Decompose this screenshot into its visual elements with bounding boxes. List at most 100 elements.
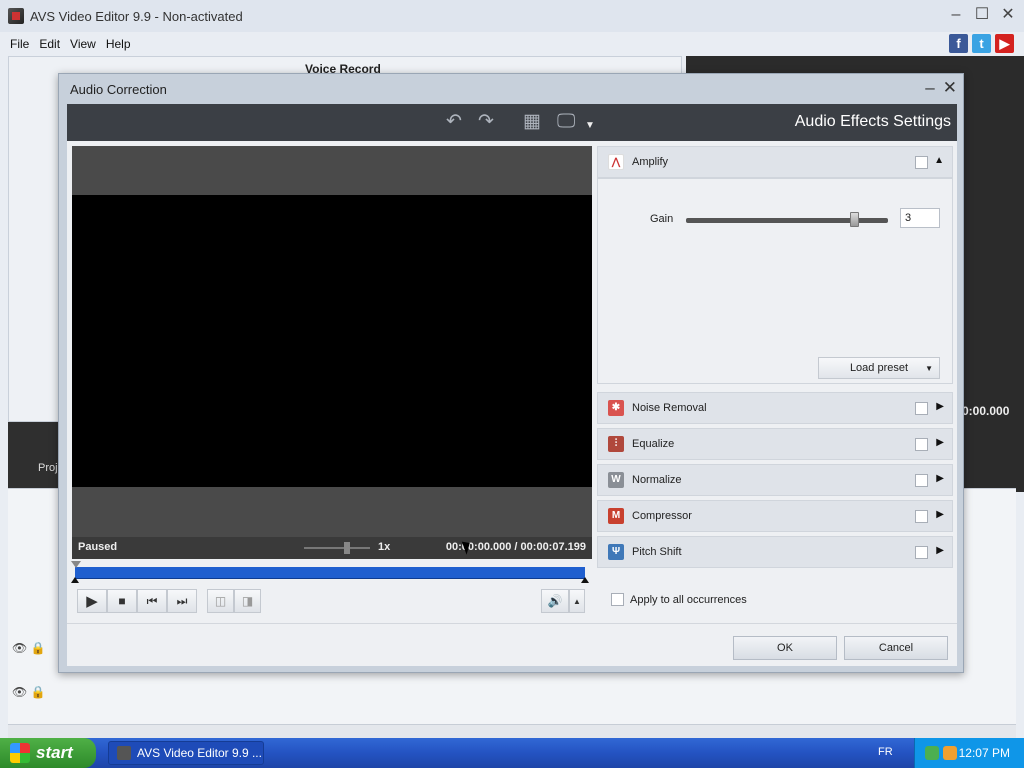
seek-handle[interactable]	[71, 561, 81, 568]
expand-arrow-icon[interactable]: ▶	[936, 437, 944, 448]
effect-row-normalize[interactable]: W Normalize ▶	[597, 464, 953, 496]
start-label: start	[36, 743, 73, 762]
volume-controls: 🔊 ▲	[541, 589, 585, 613]
volume-dropdown-button[interactable]: ▲	[569, 589, 585, 613]
pitch-shift-icon: Ψ	[608, 544, 624, 560]
youtube-icon[interactable]: ▶	[995, 34, 1014, 53]
gain-slider[interactable]	[686, 212, 888, 227]
player-status-bar: Paused 1x 00:00:00.000 / 00:00:07.199	[72, 537, 592, 559]
volume-button[interactable]: 🔊	[541, 589, 569, 613]
effect-label: Noise Removal	[632, 402, 707, 414]
taskbar-item-avs[interactable]: AVS Video Editor 9.9 ...	[108, 741, 264, 765]
expand-arrow-icon[interactable]: ▶	[936, 473, 944, 484]
speed-slider-knob[interactable]	[344, 542, 350, 554]
effect-row-equalize[interactable]: ⫶ Equalize ▶	[597, 428, 953, 460]
effect-label: Amplify	[632, 156, 669, 168]
expand-arrow-icon[interactable]: ▶	[936, 401, 944, 412]
stop-button[interactable]: ■	[107, 589, 137, 613]
preview-time: 0:00.000	[962, 404, 1010, 418]
redo-icon[interactable]: ↷	[478, 112, 494, 132]
gain-input[interactable]: 3	[900, 208, 940, 228]
eye-icon[interactable]: 👁 🔒	[12, 670, 46, 714]
network-icon[interactable]	[925, 746, 939, 760]
effect-label: Pitch Shift	[632, 546, 682, 558]
menu-edit[interactable]: Edit	[39, 37, 60, 51]
dialog-divider	[67, 623, 957, 624]
previous-frame-button[interactable]: ⏮	[137, 589, 167, 613]
current-time: 00:00:00.000	[445, 541, 512, 553]
effect-checkbox[interactable]	[915, 474, 928, 487]
menu-file[interactable]: File	[10, 37, 29, 51]
undo-icon[interactable]: ↶	[446, 112, 462, 132]
maximize-icon[interactable]: ☐	[974, 6, 990, 24]
dialog-minimize-icon[interactable]: –	[925, 78, 934, 98]
effect-checkbox[interactable]	[915, 438, 928, 451]
effect-row-amplify[interactable]: ⋀ Amplify ▲	[597, 146, 953, 178]
effect-label: Normalize	[632, 474, 682, 486]
effect-checkbox[interactable]	[915, 546, 928, 559]
track-icons: 👁 🔒 👁 🔒	[12, 626, 46, 714]
eye-icon[interactable]: 👁 🔒	[12, 626, 46, 670]
menu-help[interactable]: Help	[106, 37, 131, 51]
dialog-titlebar: Audio Correction – ✕	[59, 74, 963, 104]
apply-all-checkbox[interactable]	[611, 593, 624, 606]
windows-logo-icon	[10, 743, 30, 763]
effect-row-compressor[interactable]: M Compressor ▶	[597, 500, 953, 532]
dialog-close-icon[interactable]: ✕	[943, 78, 957, 98]
effect-checkbox[interactable]	[915, 402, 928, 415]
collapse-arrow-icon[interactable]: ▲	[934, 155, 944, 166]
taskbar: start AVS Video Editor 9.9 ... FR 12:07 …	[0, 738, 1024, 768]
apply-all-row[interactable]: Apply to all occurrences	[611, 593, 747, 606]
menu-view[interactable]: View	[70, 37, 96, 51]
app-title: AVS Video Editor 9.9 - Non-activated	[30, 8, 243, 24]
timeline-scrollbar[interactable]	[8, 724, 1016, 738]
clock: 12:07 PM	[958, 746, 1010, 760]
play-button[interactable]: ▶	[77, 589, 107, 613]
video-preview	[72, 146, 592, 546]
facebook-icon[interactable]: f	[949, 34, 968, 53]
effect-label: Compressor	[632, 510, 692, 522]
compare-view-button[interactable]: ◨	[234, 589, 261, 613]
effect-label: Equalize	[632, 438, 675, 450]
time-separator: /	[514, 541, 518, 553]
twitter-icon[interactable]: t	[972, 34, 991, 53]
load-preset-button[interactable]: Load preset ▼	[818, 357, 940, 379]
trim-start-marker[interactable]	[71, 577, 79, 583]
search-icon[interactable]	[943, 746, 957, 760]
split-view-button[interactable]: ◫	[207, 589, 234, 613]
equalize-icon: ⫶	[608, 436, 624, 452]
start-button[interactable]: start	[0, 738, 96, 768]
grid-icon[interactable]: ▦	[523, 112, 541, 132]
expand-arrow-icon[interactable]: ▶	[936, 509, 944, 520]
cancel-button[interactable]: Cancel	[844, 636, 948, 660]
next-frame-button[interactable]: ⏭	[167, 589, 197, 613]
trim-end-marker[interactable]	[581, 577, 589, 583]
speed-slider[interactable]	[304, 542, 370, 554]
noise-removal-icon: ✱	[608, 400, 624, 416]
effect-row-pitch-shift[interactable]: Ψ Pitch Shift ▶	[597, 536, 953, 568]
expand-arrow-icon[interactable]: ▶	[936, 545, 944, 556]
effect-checkbox[interactable]	[915, 510, 928, 523]
gain-slider-knob[interactable]	[849, 212, 859, 227]
dialog-title: Audio Correction	[70, 81, 167, 97]
app-titlebar: AVS Video Editor 9.9 - Non-activated – ☐…	[0, 0, 1024, 32]
monitor-icon[interactable]: 🖵	[557, 112, 575, 132]
close-icon[interactable]: ✕	[1000, 6, 1016, 24]
amplify-settings: Gain 3 Load preset ▼	[597, 178, 953, 384]
minimize-icon[interactable]: –	[948, 6, 964, 24]
chevron-down-icon[interactable]: ▼	[585, 116, 595, 136]
ok-button[interactable]: OK	[733, 636, 837, 660]
play-icon: ▶	[86, 593, 98, 610]
projects-label: Proj	[38, 462, 58, 474]
effect-checkbox[interactable]	[915, 156, 928, 169]
skip-back-icon: ⏮	[146, 593, 158, 608]
seek-bar[interactable]	[71, 561, 585, 579]
load-preset-label: Load preset	[849, 362, 909, 374]
skip-forward-icon: ⏭	[176, 593, 188, 608]
speed-label: 1x	[378, 541, 391, 553]
menubar: File Edit View Help	[0, 32, 1024, 56]
effect-row-noise-removal[interactable]: ✱ Noise Removal ▶	[597, 392, 953, 424]
compressor-icon: M	[608, 508, 624, 524]
system-tray: 12:07 PM	[914, 738, 1024, 768]
language-indicator[interactable]: FR	[878, 746, 893, 758]
